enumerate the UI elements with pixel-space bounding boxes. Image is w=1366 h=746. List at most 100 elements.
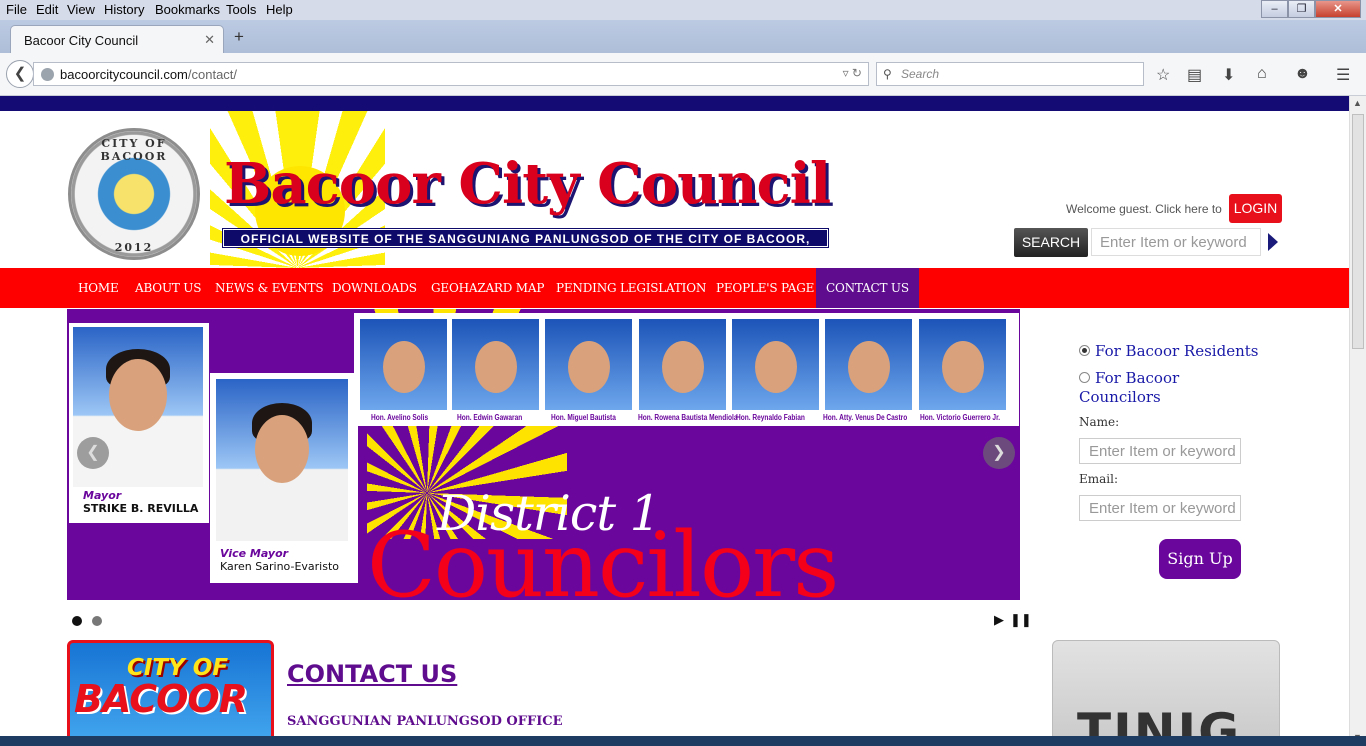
- tab-bacoor[interactable]: Bacoor City Council ✕: [10, 25, 224, 53]
- url-path: /contact/: [187, 67, 238, 82]
- slider-dot[interactable]: [92, 616, 102, 626]
- url-bar[interactable]: bacoorcitycouncil.com/contact/ ▿ ↻: [33, 62, 869, 86]
- name-label: Name:: [1079, 415, 1120, 429]
- site-search-input[interactable]: Enter Item or keyword: [1091, 228, 1261, 256]
- councilor-caption: Hon. Victorio Guerrero Jr.: [920, 413, 1001, 422]
- vice-mayor-photo: [216, 379, 348, 541]
- councilor-photo: [639, 319, 726, 410]
- email-label: Email:: [1079, 472, 1119, 486]
- hero-slider: Mayor STRIKE B. REVILLA Vice Mayor Karen…: [67, 309, 1020, 600]
- councilor-photo: [732, 319, 819, 410]
- play-icon[interactable]: ▶: [994, 612, 1004, 628]
- login-button[interactable]: LOGIN: [1229, 194, 1282, 223]
- nav-pending-legislation[interactable]: PENDING LEGISLATION: [546, 268, 716, 308]
- menu-icon[interactable]: ☰: [1336, 65, 1350, 85]
- slider-next-button[interactable]: ❯: [983, 437, 1015, 469]
- back-button[interactable]: ❮: [6, 60, 34, 88]
- councilor-photo: [360, 319, 447, 410]
- welcome-text: Welcome guest. Click here to: [1066, 202, 1222, 216]
- slider-dot-active[interactable]: [72, 616, 82, 626]
- site-title[interactable]: Bacoor City Council: [224, 151, 831, 217]
- download-icon[interactable]: ⬇: [1222, 65, 1235, 85]
- promo-bacoor-text: BACOOR: [74, 677, 248, 721]
- nav-about-us[interactable]: ABOUT US: [125, 268, 211, 308]
- nav-downloads[interactable]: DOWNLOADS: [322, 268, 427, 308]
- chat-icon[interactable]: ☻: [1294, 65, 1311, 83]
- councilors-option-label[interactable]: For Bacoor Councilors: [1079, 369, 1199, 407]
- tinig-banner[interactable]: TINIG: [1052, 640, 1280, 746]
- tab-title: Bacoor City Council: [24, 33, 139, 48]
- councilor-photo: [452, 319, 539, 410]
- restore-icon[interactable]: ❐: [1288, 0, 1315, 18]
- scroll-up-icon[interactable]: ▲: [1353, 98, 1362, 108]
- district-heading: District 1: [437, 485, 661, 542]
- city-of-bacoor-banner[interactable]: CITY OF BACOOR: [67, 640, 274, 746]
- menu-help[interactable]: Help: [266, 2, 293, 17]
- page-scrollbar[interactable]: ▲ ▼: [1349, 96, 1366, 746]
- vice-mayor-card: Vice Mayor Karen Sarino-Evaristo: [210, 373, 358, 583]
- residents-option-label[interactable]: For Bacoor Residents: [1095, 342, 1258, 361]
- nav-home[interactable]: HOME: [68, 268, 129, 308]
- councilor-strip: Hon. Avelino Solis Hon. Edwin Gawaran Ho…: [354, 313, 1019, 426]
- tab-strip: Bacoor City Council ✕: [0, 20, 1366, 53]
- name-input[interactable]: Enter Item or keyword: [1079, 438, 1241, 464]
- councilor-photo: [825, 319, 912, 410]
- councilor-caption: Hon. Edwin Gawaran: [457, 413, 523, 422]
- councilor-photo: [919, 319, 1006, 410]
- vice-mayor-name: Karen Sarino-Evaristo: [220, 560, 340, 573]
- councilor-photo: [545, 319, 632, 410]
- home-icon[interactable]: ⌂: [1257, 65, 1267, 83]
- main-nav: HOME ABOUT US NEWS & EVENTS DOWNLOADS GE…: [0, 268, 1349, 308]
- nav-toolbar: ❮ bacoorcitycouncil.com/contact/ ▿ ↻ ⚲ S…: [0, 53, 1366, 96]
- councilor-caption: Hon. Reynaldo Fabian: [736, 413, 805, 422]
- nav-news-events[interactable]: NEWS & EVENTS: [205, 268, 333, 308]
- menu-bookmarks[interactable]: Bookmarks: [155, 2, 220, 17]
- browser-search-input[interactable]: ⚲ Search: [876, 62, 1144, 86]
- councilor-caption: Hon. Rowena Bautista Mendiola: [638, 413, 738, 422]
- menu-history[interactable]: History: [104, 2, 144, 17]
- search-go-icon[interactable]: [1268, 233, 1278, 251]
- residents-radio[interactable]: [1079, 345, 1090, 356]
- new-tab-icon[interactable]: +: [234, 27, 244, 47]
- reading-list-icon[interactable]: ▤: [1187, 65, 1202, 85]
- menu-tools[interactable]: Tools: [226, 2, 256, 17]
- web-page: CITY OF BACOOR 2012 Bacoor City Council …: [0, 96, 1349, 746]
- site-subtitle: OFFICIAL WEBSITE OF THE SANGGUNIANG PANL…: [222, 228, 829, 264]
- search-icon: ⚲: [883, 67, 892, 81]
- nav-geohazard-map[interactable]: GEOHAZARD MAP: [421, 268, 554, 308]
- seal-year-text: 2012: [114, 241, 154, 254]
- browser-search-placeholder: Search: [901, 67, 940, 81]
- bookmark-star-icon[interactable]: ☆: [1156, 65, 1170, 85]
- councilor-caption: Hon. Atty. Venus De Castro: [823, 413, 908, 422]
- mayor-card: Mayor STRIKE B. REVILLA: [69, 323, 209, 523]
- menu-view[interactable]: View: [67, 2, 95, 17]
- menu-edit[interactable]: Edit: [36, 2, 58, 17]
- globe-icon: [41, 68, 54, 81]
- page-title: CONTACT US: [287, 660, 458, 688]
- pause-icon[interactable]: ❚❚: [1010, 612, 1032, 628]
- seal-top-text: CITY OF BACOOR: [100, 137, 168, 163]
- tab-close-icon[interactable]: ✕: [204, 32, 215, 48]
- mayor-name: STRIKE B. REVILLA: [83, 502, 199, 515]
- os-taskbar: [0, 736, 1366, 746]
- office-heading: SANGGUNIAN PANLUNGSOD OFFICE: [287, 714, 563, 729]
- nav-peoples-page[interactable]: PEOPLE'S PAGE: [706, 268, 824, 308]
- top-strip: [0, 96, 1349, 111]
- city-seal-logo: CITY OF BACOOR 2012: [68, 128, 200, 260]
- slider-prev-button[interactable]: ❮: [77, 437, 109, 469]
- site-search-button[interactable]: SEARCH: [1014, 228, 1088, 257]
- councilor-caption: Hon. Avelino Solis: [371, 413, 429, 422]
- minimize-icon[interactable]: –: [1261, 0, 1288, 18]
- reload-icon[interactable]: ▿ ↻: [843, 66, 862, 80]
- sign-up-button[interactable]: Sign Up: [1159, 539, 1241, 579]
- email-input[interactable]: Enter Item or keyword: [1079, 495, 1241, 521]
- menu-file[interactable]: File: [6, 2, 27, 17]
- scrollbar-thumb[interactable]: [1352, 114, 1364, 349]
- councilor-caption: Hon. Miguel Bautista: [551, 413, 616, 422]
- close-window-icon[interactable]: ✕: [1315, 0, 1361, 18]
- vice-mayor-role: Vice Mayor: [220, 547, 289, 560]
- mayor-role: Mayor: [83, 489, 122, 502]
- url-host: bacoorcitycouncil.com: [60, 67, 188, 82]
- nav-contact-us[interactable]: CONTACT US: [816, 268, 919, 308]
- menu-bar: File Edit View History Bookmarks Tools H…: [0, 0, 1366, 20]
